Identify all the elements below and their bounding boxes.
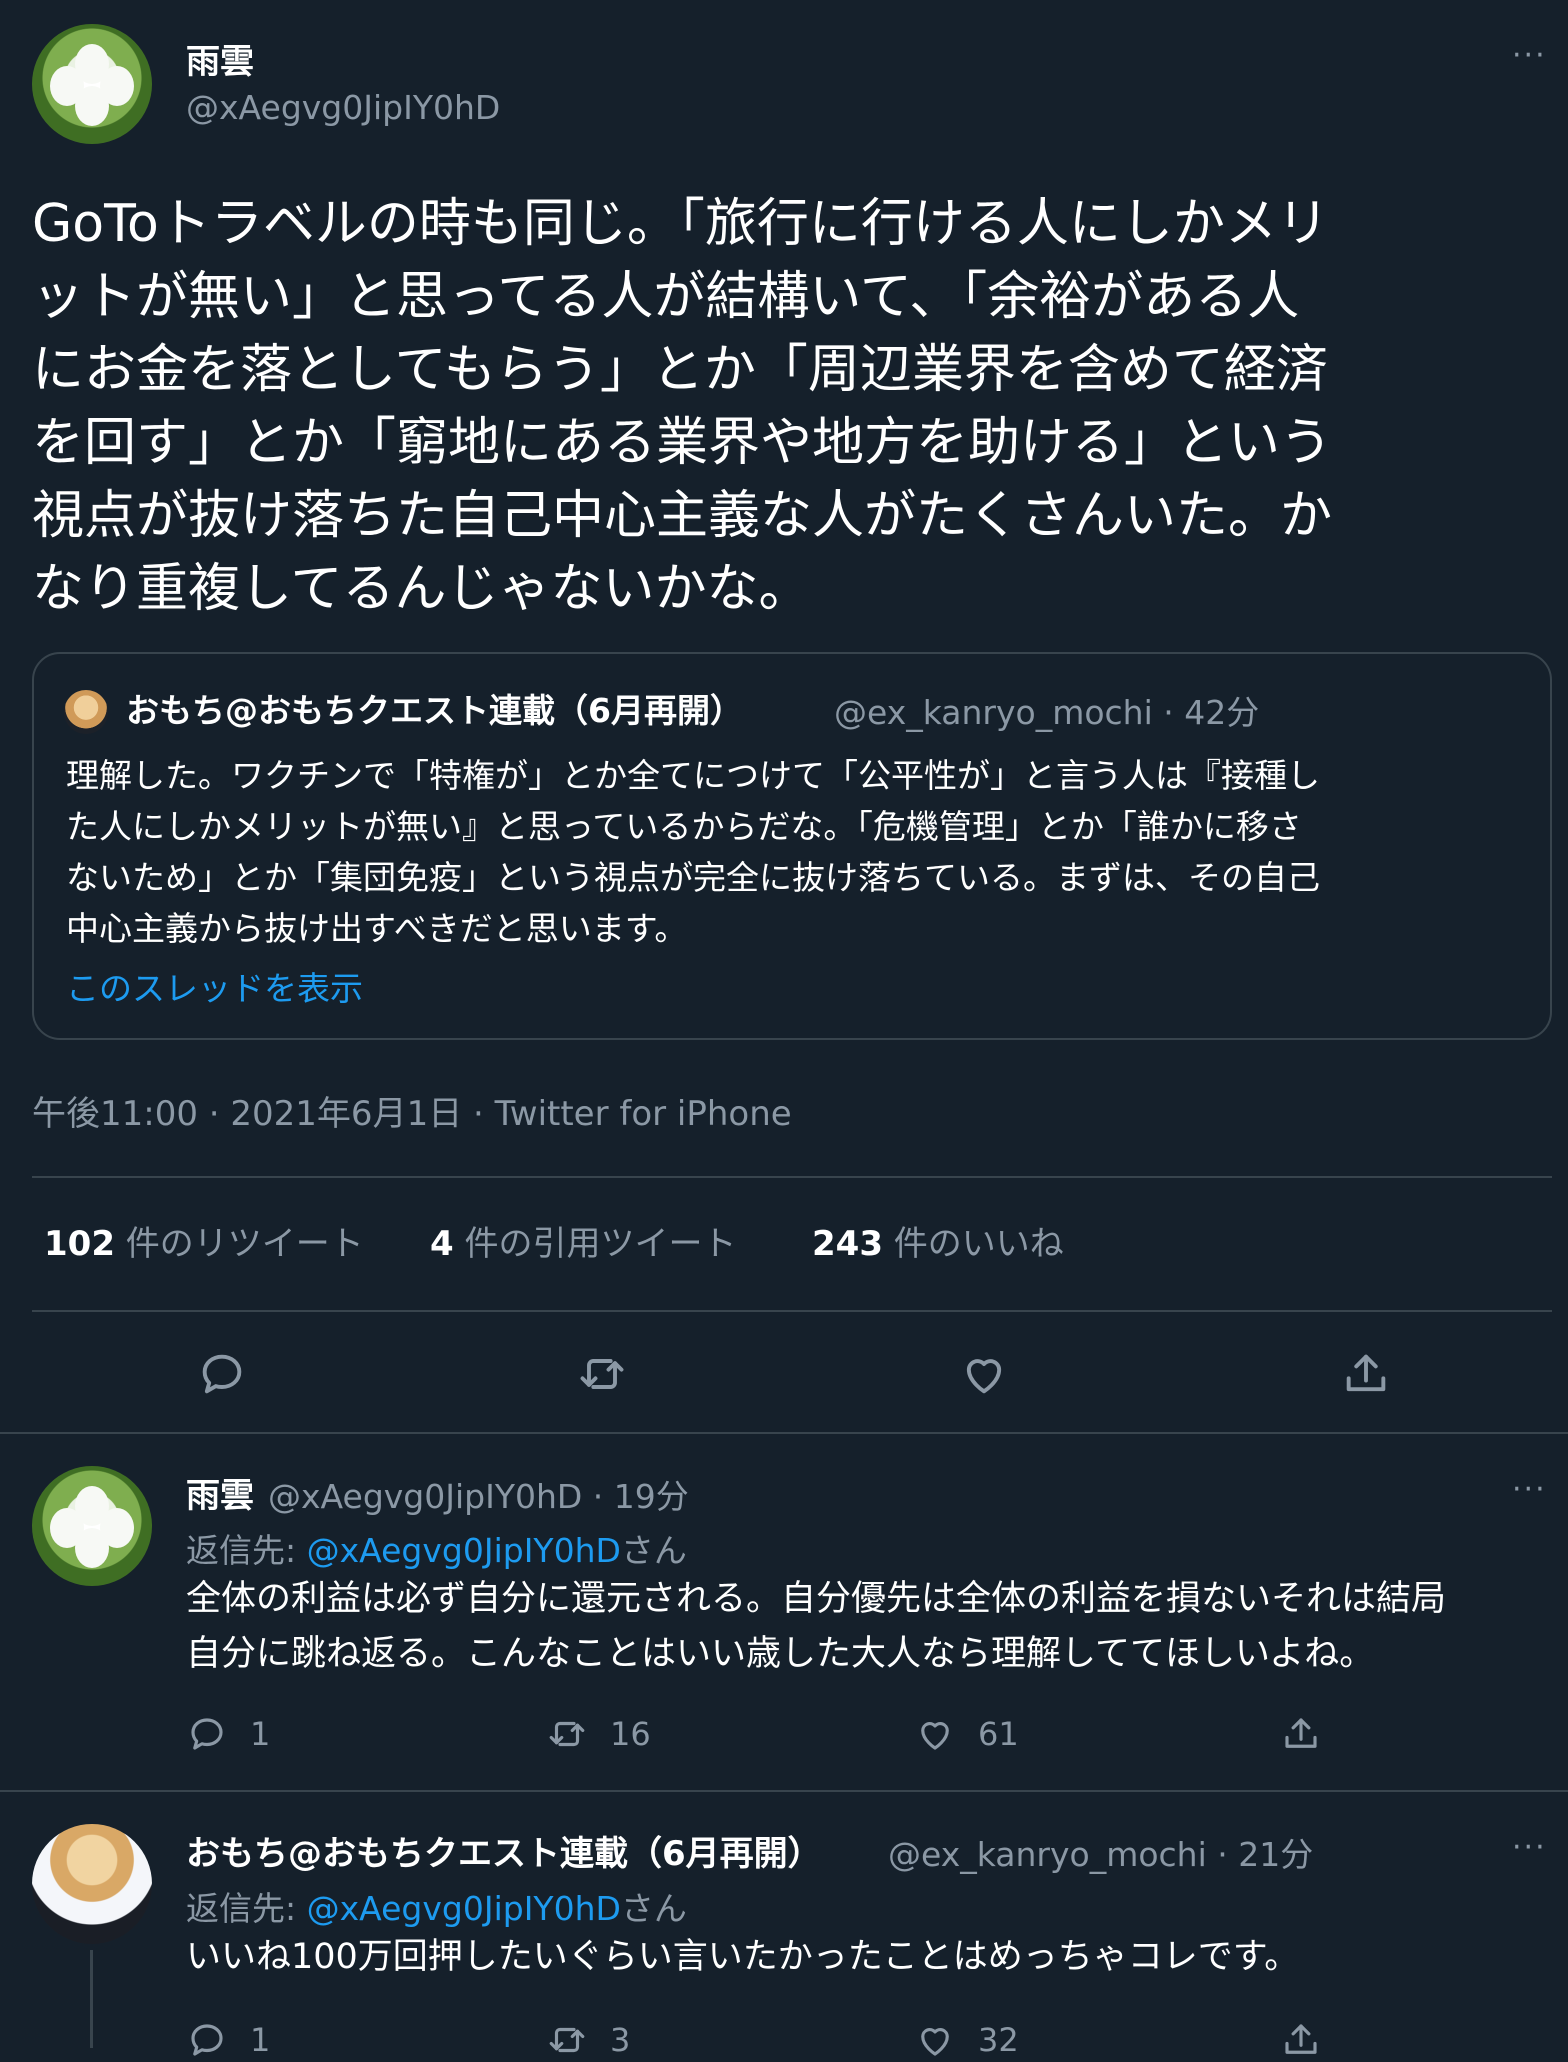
reply-to-prefix: 返信先: <box>186 1889 307 1928</box>
tweet-timestamp[interactable]: 午後11:00 · 2021年6月1日 · Twitter for iPhone <box>32 1086 792 1135</box>
reply-author-avatar[interactable] <box>32 1466 152 1586</box>
quoted-tweet[interactable]: おもち@おもちクエスト連載（6月再開） @ex_kanryo_mochi · 4… <box>32 652 1552 1040</box>
reply-icon <box>191 1718 223 1750</box>
retweet-action[interactable]: 16 <box>546 1712 651 1756</box>
retweets-stat[interactable]: 102 件のリツイート <box>44 1216 364 1265</box>
retweet-icon <box>549 1721 585 1747</box>
quoted-author-name: おもち@おもちクエスト連載（6月再開） <box>126 691 743 730</box>
share-icon <box>1285 1718 1317 1748</box>
reply-to-line: 返信先: @xAegvg0JipIY0hDさん <box>186 1882 687 1930</box>
quotes-stat[interactable]: 4 件の引用ツイート <box>430 1216 736 1265</box>
retweets-label: 件のリツイート <box>125 1224 364 1264</box>
reply-icon <box>191 2024 223 2056</box>
author-avatar[interactable] <box>32 24 152 144</box>
quoted-tweet-text: 理解した。ワクチンで「特権が」とか全てにつけて「公平性が」と言う人は『接種し た… <box>66 756 1320 948</box>
likes-stat[interactable]: 243 件のいいね <box>812 1216 1064 1265</box>
reply-to-prefix: 返信先: <box>186 1531 307 1570</box>
share-icon <box>1285 2024 1317 2054</box>
like-action[interactable]: 61 <box>914 1712 1019 1756</box>
tweet-text: GoToトラベルの時も同じ。「旅行に行ける人にしかメリ ットが無い」と思ってる人… <box>32 194 1333 619</box>
show-thread-link[interactable]: このスレッドを表示 <box>66 962 363 1010</box>
reply-author-name[interactable]: おもち@おもちクエスト連載（6月再開） <box>186 1826 822 1875</box>
tweet-actions <box>0 1348 1568 1398</box>
more-icon[interactable]: ··· <box>1512 1472 1547 1507</box>
author-name[interactable]: 雨雲 <box>186 34 254 83</box>
like-action[interactable]: 32 <box>914 2018 1019 2062</box>
retweet-action[interactable]: 3 <box>546 2018 630 2062</box>
quotes-label: 件の引用ツイート <box>464 1224 737 1264</box>
like-icon <box>921 1722 949 1750</box>
like-count: 61 <box>978 1715 1019 1753</box>
reply-author-meta: @xAegvg0JipIY0hD · 19分 <box>268 1477 689 1516</box>
reply-to-suffix: さん <box>620 1531 687 1570</box>
reply-to-handle[interactable]: @xAegvg0JipIY0hD <box>307 1889 621 1928</box>
reply-count: 1 <box>250 1715 271 1753</box>
share-icon[interactable] <box>1340 1348 1392 1400</box>
share-action[interactable] <box>1280 1712 1344 1756</box>
divider <box>32 1176 1552 1178</box>
like-icon[interactable] <box>958 1348 1010 1400</box>
reply-author-name[interactable]: 雨雲 <box>186 1468 254 1517</box>
reply-action[interactable]: 1 <box>186 2018 270 2062</box>
reply-count: 1 <box>250 2021 271 2059</box>
retweets-count: 102 <box>44 1224 115 1264</box>
reply-author-avatar[interactable] <box>32 1824 152 1944</box>
retweet-icon[interactable] <box>576 1348 628 1400</box>
likes-count: 243 <box>812 1224 883 1264</box>
like-count: 32 <box>978 2021 1019 2059</box>
reply-text: 全体の利益は必ず自分に還元される。自分優先は全体の利益を損ないそれは結局 自分に… <box>186 1579 1447 1674</box>
reply-to-suffix: さん <box>620 1889 687 1928</box>
retweet-icon <box>549 2027 585 2053</box>
quotes-count: 4 <box>430 1224 454 1264</box>
like-icon <box>921 2028 949 2056</box>
reply-action[interactable]: 1 <box>186 1712 270 1756</box>
quoted-author-avatar <box>64 690 108 734</box>
quoted-author-meta: @ex_kanryo_mochi · 42分 <box>834 693 1260 732</box>
reply-to-line: 返信先: @xAegvg0JipIY0hDさん <box>186 1524 687 1572</box>
author-handle[interactable]: @xAegvg0JipIY0hD <box>186 88 500 127</box>
reply-author-meta: @ex_kanryo_mochi · 21分 <box>888 1835 1314 1874</box>
likes-label: 件のいいね <box>893 1224 1064 1264</box>
more-icon[interactable]: ··· <box>1512 38 1547 73</box>
divider <box>0 1790 1568 1792</box>
reply-to-handle[interactable]: @xAegvg0JipIY0hD <box>307 1531 621 1570</box>
reply-text: いいね100万回押したいぐらい言いたかったことはめっちゃコレです。 <box>186 1937 1300 1977</box>
retweet-count: 16 <box>610 1715 651 1753</box>
share-action[interactable] <box>1280 2018 1344 2062</box>
reply-icon[interactable] <box>196 1348 248 1400</box>
more-icon[interactable]: ··· <box>1512 1830 1547 1865</box>
thread-line <box>90 1950 93 2048</box>
divider <box>32 1310 1552 1312</box>
retweet-count: 3 <box>610 2021 631 2059</box>
divider <box>0 1432 1568 1434</box>
